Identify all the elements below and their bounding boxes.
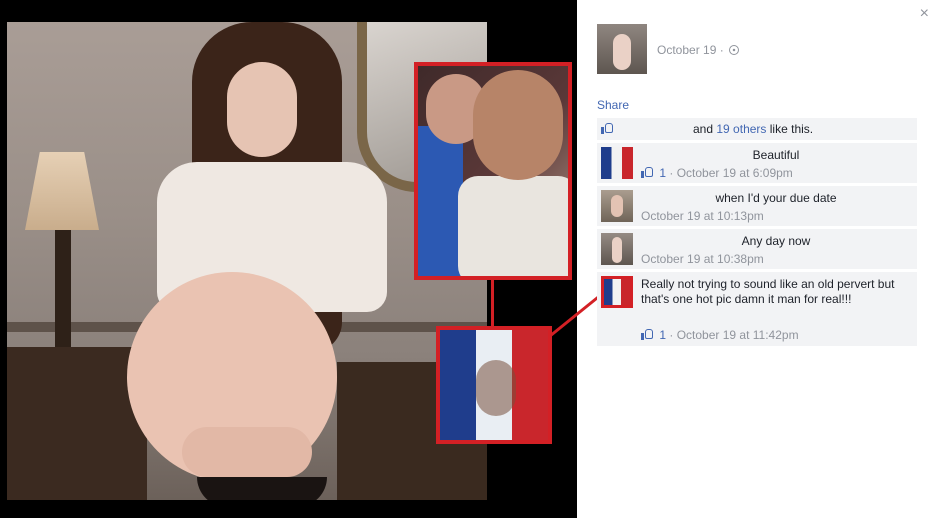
comment-time[interactable]: October 19 at 10:13pm [641, 209, 764, 223]
like-thumb-icon[interactable] [641, 166, 654, 178]
couple-blue-shirt [418, 126, 463, 276]
poster-avatar[interactable] [597, 24, 647, 74]
likes-others-link[interactable]: 19 others [716, 122, 766, 136]
couple-man-face [473, 70, 563, 180]
french-flag-avatar[interactable] [601, 276, 633, 308]
comment-item: Any day now October 19 at 10:38pm [597, 229, 917, 269]
comment-like-count[interactable]: 1 [659, 328, 666, 342]
connector-vertical [491, 280, 494, 326]
post-date[interactable]: October 19 [657, 43, 716, 57]
like-thumb-icon[interactable] [641, 328, 654, 340]
like-thumb-icon [601, 122, 614, 134]
french-flag-avatar[interactable] [601, 147, 633, 179]
comment-time[interactable]: October 19 at 10:38pm [641, 252, 764, 266]
lamp-shade [25, 152, 99, 230]
share-button[interactable]: Share [597, 98, 629, 112]
comment-text: Beautiful [752, 148, 800, 162]
underwear [197, 477, 327, 500]
comment-text: Any day now [741, 234, 811, 248]
inset-couple-photo [414, 62, 572, 280]
likes-summary: and 19 others like this. [597, 118, 917, 140]
hands [182, 427, 312, 477]
comment-like-count[interactable]: 1 [659, 166, 666, 180]
close-icon[interactable]: × [920, 5, 929, 23]
person-face [227, 62, 297, 157]
woman-avatar[interactable] [601, 190, 633, 222]
poster-avatar[interactable] [601, 233, 633, 265]
connector-diagonal [549, 292, 603, 338]
comment-item: Beautiful 1 · October 19 at 6:09pm [597, 143, 917, 183]
globe-icon[interactable] [729, 45, 740, 55]
couple-white-shirt [458, 176, 568, 276]
post-meta: October 19 · [657, 43, 740, 57]
meta-separator: · [719, 43, 724, 57]
comment-time[interactable]: October 19 at 6:09pm [677, 166, 793, 180]
likes-text: and 19 others like this. [693, 122, 814, 136]
comment-meta: 1 · October 19 at 6:09pm [641, 166, 793, 180]
comment-text: Really not trying to sound like an old p… [641, 277, 895, 306]
lamp-base [55, 230, 71, 348]
comment-text: when I'd your due date [715, 191, 837, 205]
inset-flag-profile [436, 326, 552, 444]
comment-item: Really not trying to sound like an old p… [597, 272, 917, 346]
dresser [7, 347, 147, 500]
comment-time[interactable]: October 19 at 11:42pm [677, 328, 799, 342]
comment-meta: 1 · October 19 at 11:42pm [641, 328, 799, 342]
flag-face [476, 360, 516, 416]
comment-item: when I'd your due date October 19 at 10:… [597, 186, 917, 226]
